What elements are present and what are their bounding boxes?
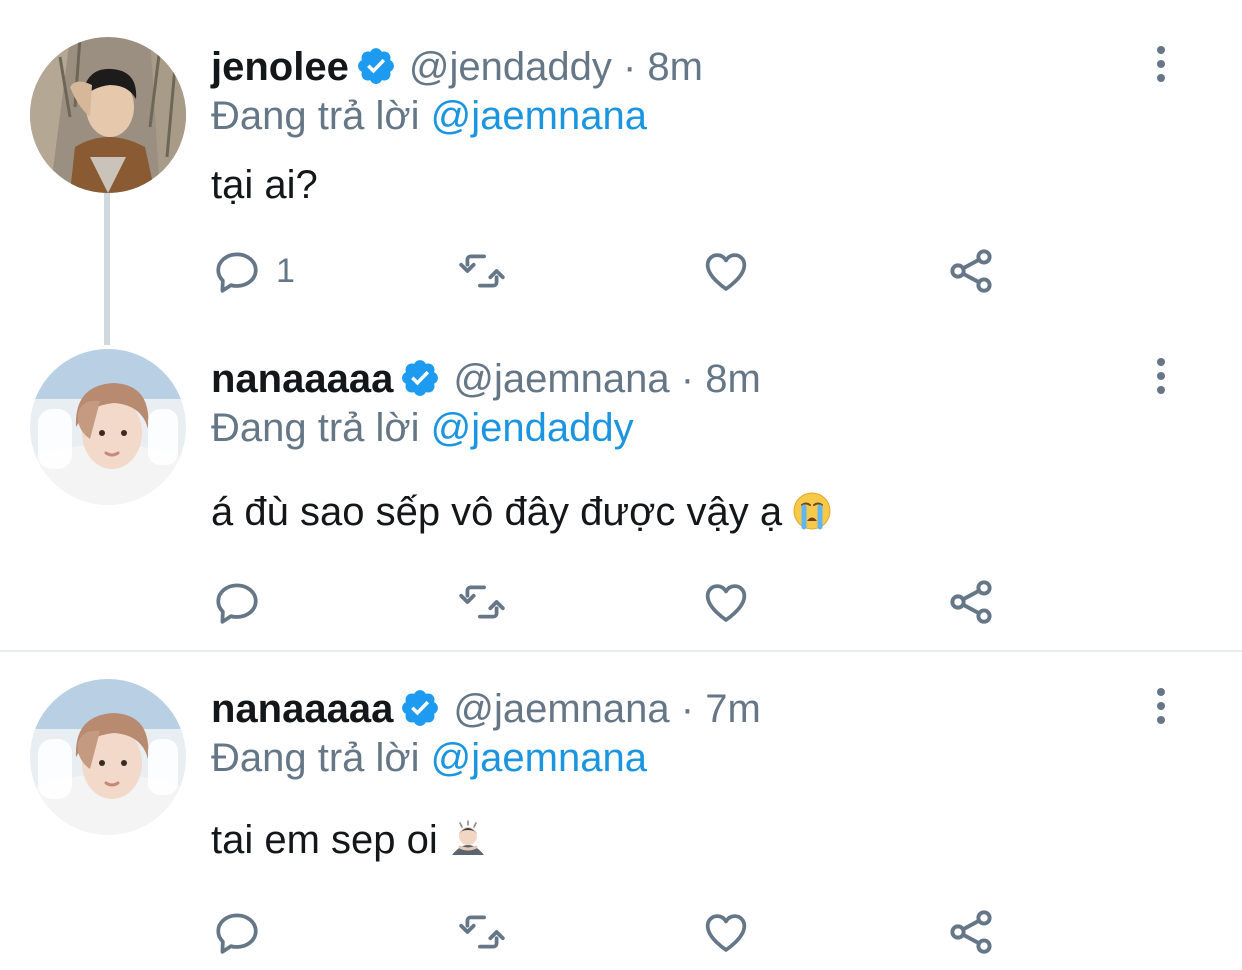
tweet-text-content: á đù sao sếp vô đây được vậy ạ	[211, 490, 783, 534]
action-bar	[0, 904, 1242, 960]
separator-dot: ·	[680, 687, 695, 731]
person-bowing-emoji	[448, 819, 488, 859]
tweet-text-content: tai em sep oi	[211, 818, 438, 862]
verified-badge-icon	[399, 687, 441, 729]
like-icon	[700, 246, 752, 296]
more-icon[interactable]	[1150, 44, 1172, 84]
replying-to-label: Đang trả lời	[211, 406, 420, 450]
reply-button[interactable]	[212, 574, 276, 630]
display-name[interactable]: nanaaaaa	[211, 357, 393, 401]
display-name[interactable]: jenolee	[211, 45, 349, 89]
separator-dot: ·	[622, 45, 637, 89]
avatar[interactable]	[30, 37, 186, 193]
handle[interactable]: @jaemnana	[453, 357, 669, 401]
replying-to: Đang trả lời @jaemnana	[211, 92, 647, 140]
tweet-text: tai em sep oi	[211, 816, 488, 864]
loudly-crying-face-emoji	[792, 491, 832, 531]
share-icon	[945, 906, 997, 958]
retweet-icon	[455, 907, 509, 957]
reply-button[interactable]	[212, 904, 276, 960]
tweet-header: nanaaaaa @jaemnana · 8m	[211, 355, 761, 403]
mention-link[interactable]: @jaemnana	[431, 94, 647, 138]
action-bar: 1	[0, 243, 1242, 299]
timestamp[interactable]: 8m	[647, 45, 703, 89]
replying-to-label: Đang trả lời	[211, 94, 420, 138]
share-icon	[945, 245, 997, 297]
tweet[interactable]: nanaaaaa @jaemnana · 8m Đang trả lời @jen…	[0, 336, 1242, 650]
replying-to: Đang trả lời @jendaddy	[211, 404, 634, 452]
share-button[interactable]	[945, 904, 997, 960]
like-icon	[700, 907, 752, 957]
like-button[interactable]	[700, 574, 752, 630]
display-name[interactable]: nanaaaaa	[211, 687, 393, 731]
replying-to: Đang trả lời @jaemnana	[211, 734, 647, 782]
tweet-text: á đù sao sếp vô đây được vậy ạ	[211, 488, 832, 536]
retweet-button[interactable]	[455, 243, 509, 299]
like-icon	[700, 577, 752, 627]
share-icon	[945, 576, 997, 628]
reply-button[interactable]: 1	[212, 243, 295, 299]
reply-count: 1	[276, 251, 295, 290]
reply-icon	[212, 577, 262, 627]
separator-dot: ·	[680, 357, 695, 401]
reply-icon	[212, 246, 262, 296]
verified-badge-icon	[355, 45, 397, 87]
avatar[interactable]	[30, 679, 186, 835]
retweet-icon	[455, 246, 509, 296]
tweet-header: jenolee @jendaddy · 8m	[211, 43, 703, 91]
handle[interactable]: @jendaddy	[409, 45, 612, 89]
more-icon[interactable]	[1150, 686, 1172, 726]
retweet-button[interactable]	[455, 904, 509, 960]
like-button[interactable]	[700, 243, 752, 299]
avatar-image	[30, 37, 186, 193]
verified-badge-icon	[399, 357, 441, 399]
mention-link[interactable]: @jendaddy	[431, 406, 634, 450]
tweet[interactable]: jenolee @jendaddy · 8m Đang trả lời @jaem…	[0, 0, 1242, 345]
tweet-text-content: tại ai?	[211, 163, 318, 207]
reply-icon	[212, 907, 262, 957]
replying-to-label: Đang trả lời	[211, 736, 420, 780]
retweet-button[interactable]	[455, 574, 509, 630]
share-button[interactable]	[945, 243, 997, 299]
more-icon[interactable]	[1150, 356, 1172, 396]
timestamp[interactable]: 7m	[705, 687, 761, 731]
tweet-header: nanaaaaa @jaemnana · 7m	[211, 685, 761, 733]
timestamp[interactable]: 8m	[705, 357, 761, 401]
avatar-image	[30, 679, 186, 835]
avatar-image	[30, 349, 186, 505]
like-button[interactable]	[700, 904, 752, 960]
share-button[interactable]	[945, 574, 997, 630]
tweet[interactable]: nanaaaaa @jaemnana · 7m Đang trả lời @jae…	[0, 652, 1242, 970]
avatar[interactable]	[30, 349, 186, 505]
retweet-icon	[455, 577, 509, 627]
handle[interactable]: @jaemnana	[453, 687, 669, 731]
action-bar	[0, 574, 1242, 630]
tweet-text: tại ai?	[211, 161, 318, 209]
mention-link[interactable]: @jaemnana	[431, 736, 647, 780]
